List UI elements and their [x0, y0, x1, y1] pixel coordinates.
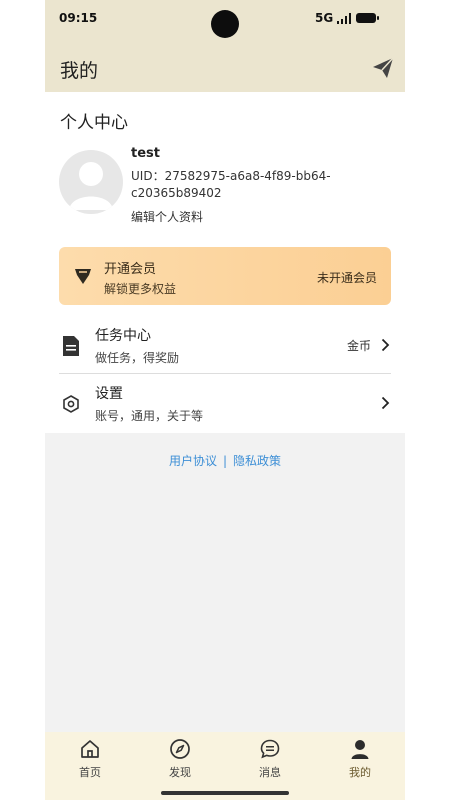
page-title: 我的 [60, 60, 99, 82]
default-avatar-icon [69, 162, 113, 210]
menu-label: 设置 [95, 386, 123, 402]
privacy-policy-link[interactable]: 隐私政策 [233, 454, 281, 468]
footer-links: 用户协议 | 隐私政策 [45, 452, 405, 469]
vip-title: 开通会员 [104, 262, 157, 277]
phone-screen: 09:15 5G 我的 个人中心 test UID：27582975-a6a8-… [45, 0, 405, 800]
tab-messages[interactable]: 消息 [240, 738, 300, 784]
tab-label: 我的 [349, 766, 371, 779]
menu-divider [59, 373, 391, 374]
profile-card: 个人中心 test UID：27582975-a6a8-4f89-bb64-c2… [45, 92, 405, 433]
tab-discover[interactable]: 发现 [150, 738, 210, 784]
coins-label: 金币 [346, 339, 371, 353]
signal-icon [337, 13, 351, 24]
username: test [131, 146, 160, 161]
menu-item-settings[interactable]: 设置 账号，通用，关于等 [45, 375, 405, 433]
menu-desc: 账号，通用，关于等 [95, 409, 204, 423]
avatar[interactable] [59, 150, 123, 214]
home-indicator [161, 791, 289, 795]
document-icon [63, 336, 79, 356]
tab-home[interactable]: 首页 [60, 738, 120, 784]
home-icon [81, 740, 99, 758]
battery-icon [356, 13, 379, 23]
chevron-right-icon [381, 338, 390, 352]
tab-label: 首页 [79, 766, 101, 779]
compass-icon [170, 739, 190, 759]
bottom-tab-bar: 首页 发现 消息 我的 [45, 732, 405, 800]
link-separator: | [222, 454, 228, 468]
vip-banner[interactable]: 开通会员 解锁更多权益 未开通会员 [59, 247, 391, 305]
menu-item-task-center[interactable]: 任务中心 做任务，得奖励 金币 [45, 317, 405, 375]
user-uid: UID：27582975-a6a8-4f89-bb64-c20365b89402 [131, 169, 331, 200]
menu-label: 任务中心 [95, 328, 151, 344]
status-time: 09:15 [59, 11, 98, 25]
network-indicator: 5G [315, 11, 334, 25]
tab-mine[interactable]: 我的 [330, 738, 390, 784]
tab-label: 消息 [259, 766, 281, 779]
message-icon [260, 739, 280, 759]
settings-hex-icon [63, 395, 79, 413]
section-title: 个人中心 [60, 113, 128, 133]
person-icon [351, 740, 369, 759]
vip-subtitle: 解锁更多权益 [104, 282, 177, 296]
app-header: 我的 [45, 38, 405, 92]
chevron-right-icon [381, 396, 390, 410]
vip-status: 未开通会员 [316, 271, 377, 285]
edit-profile-link[interactable]: 编辑个人资料 [131, 208, 203, 225]
send-icon[interactable] [371, 56, 395, 80]
user-agreement-link[interactable]: 用户协议 [169, 454, 217, 468]
menu-desc: 做任务，得奖励 [95, 351, 180, 365]
tab-label: 发现 [169, 766, 191, 779]
status-bar: 09:15 5G [45, 0, 405, 38]
camera-cutout [211, 10, 239, 38]
diamond-icon [75, 269, 91, 284]
